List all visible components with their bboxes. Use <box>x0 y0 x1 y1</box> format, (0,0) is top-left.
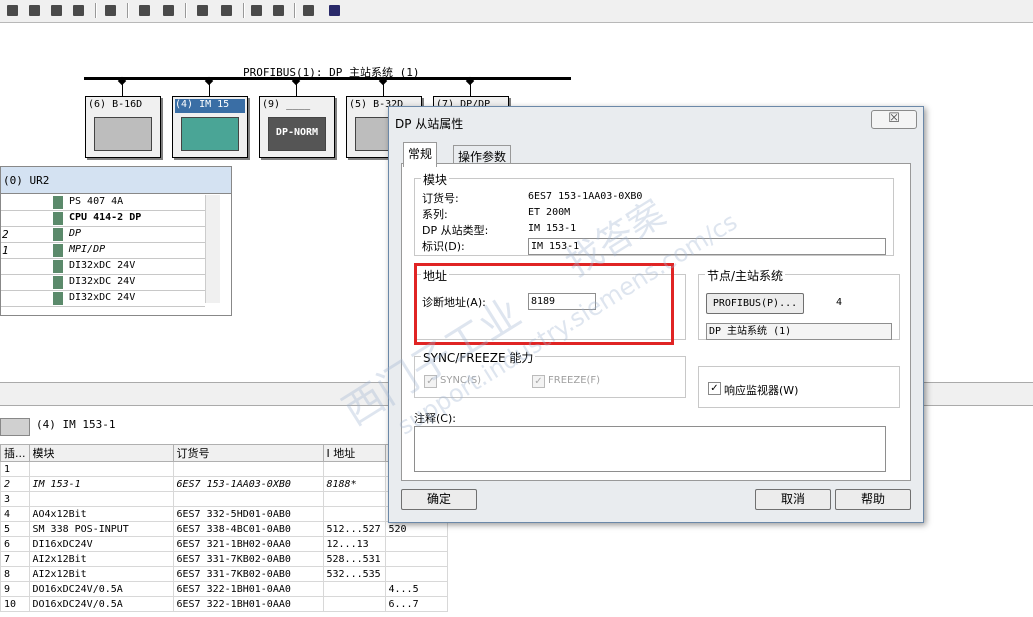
module-group-title: 模块 <box>421 171 450 188</box>
col-module[interactable]: 模块 <box>28 444 174 462</box>
table-row[interactable]: 2 IM 153-1 6ES7 153-1AA03-0XB0 8188* <box>0 476 448 492</box>
rack-scrollbar[interactable] <box>205 195 220 303</box>
table-row[interactable]: 10 DO16xDC24V/0.5A 6ES7 322-1BH01-0AA0 6...… <box>0 596 448 612</box>
save-icon[interactable] <box>48 2 66 20</box>
table-row[interactable]: 1 <box>0 461 448 477</box>
rack-row[interactable]: DI32xDC 24V <box>1 275 205 291</box>
rack-row[interactable]: 2 DP <box>1 227 205 243</box>
rack-row[interactable]: DI32xDC 24V <box>1 259 205 275</box>
ok-button[interactable]: 确定 <box>401 489 477 510</box>
order-label: 订货号: <box>422 192 459 205</box>
station-im153[interactable]: (4) IM 15 <box>172 96 248 158</box>
view-icon[interactable] <box>270 2 288 20</box>
catalog-icon[interactable] <box>248 2 266 20</box>
table-row[interactable]: 9 DO16xDC24V/0.5A 6ES7 322-1BH01-0AA0 4...5 <box>0 581 448 597</box>
station-label: (6) B-16D <box>88 99 143 110</box>
profibus-button[interactable]: PROFIBUS(P)... <box>706 293 804 314</box>
col-slot[interactable]: 插... <box>0 444 30 462</box>
network-icon[interactable] <box>300 2 318 20</box>
type-label: DP 从站类型: <box>422 224 489 237</box>
node-group-title: 节点/主站系统 <box>705 267 786 284</box>
paste-icon[interactable] <box>160 2 178 20</box>
watchdog-checkbox[interactable]: ✓ <box>708 382 721 395</box>
module-image <box>94 117 152 151</box>
rack-row[interactable]: CPU 414-2 DP <box>1 211 205 227</box>
module-table: 插... 模块 订货号 I 地址 Q 1 2IM 153-16ES7 153-1… <box>0 444 448 612</box>
table-row[interactable]: 8 AI2x12Bit 6ES7 331-7KB02-0AB0 532...535 <box>0 566 448 582</box>
new-icon[interactable] <box>4 2 22 20</box>
open-icon[interactable] <box>26 2 44 20</box>
download-icon[interactable] <box>194 2 212 20</box>
module-image <box>181 117 239 151</box>
station-label: (4) IM 15 <box>175 99 245 113</box>
rack-row[interactable]: 1 MPI/DP <box>1 243 205 259</box>
table-row[interactable]: 5 SM 338 POS-INPUT 6ES7 338-4BC01-0AB0 512.… <box>0 521 448 537</box>
comment-textarea[interactable] <box>414 426 886 472</box>
rack-row[interactable]: PS 407 4A <box>1 195 205 211</box>
watchdog-label: 响应监视器(W) <box>724 384 799 397</box>
rack-window: (0) UR2 PS 407 4A CPU 414-2 DP 2 DP 1 MPI/… <box>0 166 232 316</box>
table-row[interactable]: 3 <box>0 491 448 507</box>
family-label: 系列: <box>422 208 448 221</box>
node-address-value: 4 <box>836 297 843 308</box>
table-row[interactable]: 6 DI16xDC24V 6ES7 321-1BH02-0AA0 12...13 <box>0 536 448 552</box>
col-iaddr[interactable]: I 地址 <box>322 444 386 462</box>
lower-pane-title: (4) IM 153-1 <box>36 418 116 431</box>
help-button[interactable]: 帮助 <box>835 489 911 510</box>
save-compile-icon[interactable] <box>70 2 88 20</box>
rack-title: (0) UR2 <box>3 174 50 187</box>
table-row[interactable]: 7 AI2x12Bit 6ES7 331-7KB02-0AB0 528...531 <box>0 551 448 567</box>
cancel-button[interactable]: 取消 <box>755 489 831 510</box>
help-icon[interactable] <box>326 2 344 20</box>
station-label: (9) ____ <box>262 99 311 110</box>
back-arrow-icon[interactable] <box>0 418 30 436</box>
family-value: ET 200M <box>528 207 571 218</box>
rack-row[interactable]: DI32xDC 24V <box>1 291 205 307</box>
station-b16d[interactable]: (6) B-16D <box>85 96 161 158</box>
toolbar <box>0 0 1033 23</box>
freeze-label: FREEZE(F) <box>548 375 601 386</box>
table-header: 插... 模块 订货号 I 地址 Q <box>0 444 448 462</box>
close-icon[interactable]: ☒ <box>871 110 917 129</box>
copy-icon[interactable] <box>136 2 154 20</box>
tab-general[interactable]: 常规 <box>403 142 438 167</box>
master-system-field: DP 主站系统 (1) <box>706 323 892 340</box>
profibus-line[interactable] <box>84 77 571 80</box>
upload-icon[interactable] <box>218 2 236 20</box>
print-icon[interactable] <box>102 2 120 20</box>
table-row[interactable]: 4AO4x12Bit6ES7 332-5HD01-0AB051 <box>0 506 448 522</box>
dpnorm-label: DP-NORM <box>268 117 326 151</box>
col-order[interactable]: 订货号 <box>172 444 324 462</box>
rack-title-bar[interactable]: (0) UR2 <box>1 167 231 194</box>
tag-label: 标识(D): <box>422 240 465 253</box>
freeze-checkbox[interactable]: ✓ <box>532 375 545 388</box>
station-dpnorm[interactable]: (9) ____ DP-NORM <box>259 96 335 158</box>
dialog-title: DP 从站属性 <box>395 117 464 131</box>
